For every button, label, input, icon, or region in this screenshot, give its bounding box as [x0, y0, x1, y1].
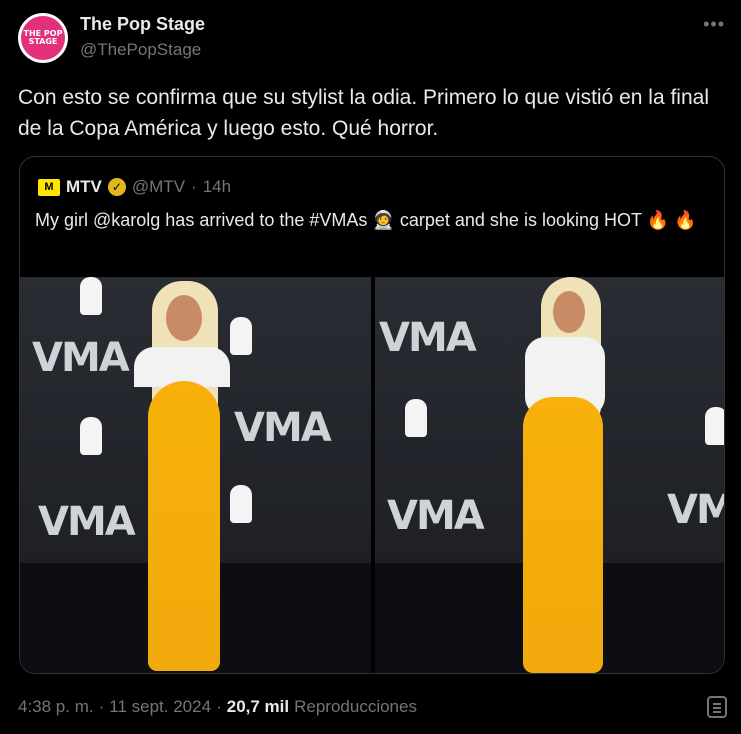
separator: ·	[98, 697, 105, 716]
vma-logo: VMA	[32, 335, 130, 381]
tweet-text: Con esto se confirma que su stylist la o…	[18, 86, 710, 140]
media-grid: VMA VMA VMA VMA VMA VMA	[20, 277, 724, 673]
yellow-dress	[523, 397, 603, 673]
tweet-time[interactable]: 4:38 p. m.	[18, 697, 94, 717]
avatar[interactable]: THE POP STAGE	[18, 13, 68, 63]
moonman-icon	[405, 399, 427, 437]
views-label: Reproducciones	[294, 697, 417, 716]
astronaut-emoji-icon: 🧑‍🚀	[372, 210, 395, 230]
tweet-footer: 4:38 p. m. · 11 sept. 2024 · 20,7 mil Re…	[18, 697, 417, 717]
more-icon[interactable]: •••	[703, 14, 725, 35]
quote-text-part2: carpet and she is looking HOT	[399, 210, 647, 230]
stats-icon[interactable]	[707, 696, 727, 718]
avatar-logo-text: THE POP STAGE	[23, 29, 63, 46]
moonman-icon	[705, 407, 724, 445]
face	[166, 295, 202, 341]
vma-logo: VMA	[387, 493, 485, 539]
vma-logo: VMA	[379, 315, 477, 361]
separator: ·	[191, 177, 197, 196]
face	[553, 291, 585, 333]
mtv-avatar[interactable]: M	[38, 178, 60, 196]
quote-time[interactable]: 14h	[203, 177, 231, 197]
views-count: 20,7 mil	[226, 697, 290, 716]
verified-icon: ✓	[107, 178, 126, 196]
separator: ·	[216, 697, 222, 716]
quote-author-handle[interactable]: @MTV	[132, 177, 185, 197]
photo-right[interactable]: VMA VMA VMA	[375, 277, 724, 673]
author-handle[interactable]: @ThePopStage	[80, 40, 201, 60]
author-name[interactable]: The Pop Stage	[80, 14, 205, 35]
moonman-icon	[80, 417, 102, 455]
vma-logo: VMA	[667, 487, 724, 533]
quoted-tweet[interactable]: M MTV ✓ @MTV · 14h My girl @karolg has a…	[19, 156, 725, 674]
yellow-dress	[148, 381, 220, 671]
person	[116, 277, 256, 673]
photo-left[interactable]: VMA VMA VMA	[20, 277, 371, 673]
person	[495, 277, 635, 673]
quote-author-name[interactable]: MTV	[66, 177, 102, 197]
quote-header: M MTV ✓ @MTV · 14h	[38, 177, 231, 197]
tweet-date[interactable]: 11 sept. 2024	[109, 697, 211, 717]
quote-text: My girl @karolg has arrived to the #VMAs…	[35, 207, 715, 233]
fire-emoji-icon: 🔥	[674, 210, 697, 230]
mtv-logo-text: M	[44, 181, 54, 193]
avatar-logo: THE POP STAGE	[21, 16, 65, 60]
moonman-icon	[80, 277, 102, 315]
quote-text-part1: My girl @karolg has arrived to the #VMAs	[35, 210, 368, 230]
fire-emoji-icon: 🔥	[646, 210, 670, 230]
